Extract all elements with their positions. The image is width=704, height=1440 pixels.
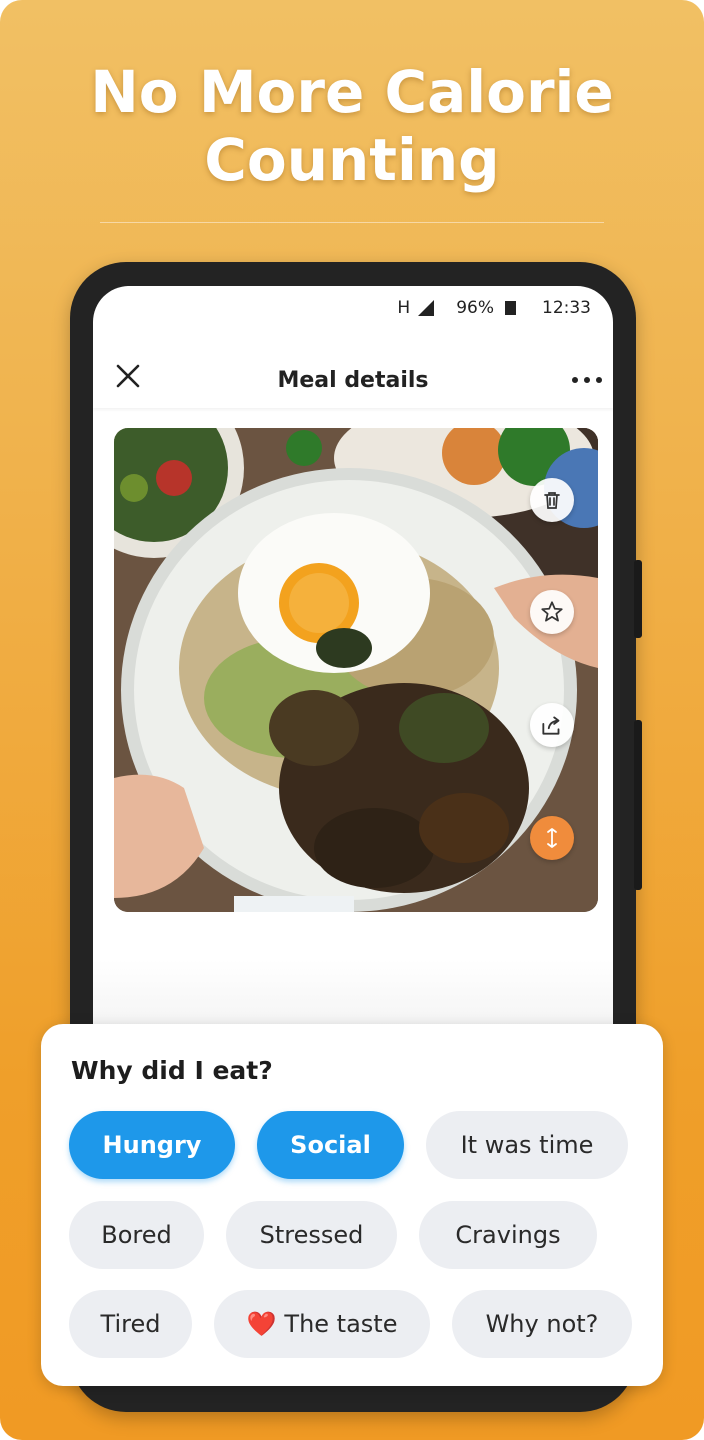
clock: 12:33 bbox=[542, 298, 591, 318]
top-nav-bar: Meal details bbox=[93, 352, 613, 408]
chip-label: Social bbox=[290, 1131, 371, 1159]
more-icon[interactable] bbox=[569, 362, 605, 398]
close-icon[interactable] bbox=[113, 362, 143, 398]
share-icon[interactable] bbox=[530, 703, 574, 747]
chip-hungry[interactable]: Hungry bbox=[69, 1111, 235, 1179]
battery-icon bbox=[505, 301, 516, 315]
page-title: Meal details bbox=[277, 367, 429, 393]
status-bar: H 96% 12:33 bbox=[397, 294, 591, 322]
chip-stressed[interactable]: Stressed bbox=[226, 1201, 397, 1269]
headline-divider bbox=[100, 222, 604, 223]
why-eat-title: Why did I eat? bbox=[71, 1056, 273, 1085]
trash-icon[interactable] bbox=[530, 478, 574, 522]
network-indicator: H bbox=[397, 298, 411, 318]
chip-label: Tired bbox=[100, 1310, 161, 1338]
chip-social[interactable]: Social bbox=[257, 1111, 404, 1179]
chip-the-taste[interactable]: ❤️ The taste bbox=[214, 1290, 430, 1358]
resize-icon[interactable] bbox=[530, 816, 574, 860]
phone-side-button bbox=[634, 720, 642, 890]
chip-label: Cravings bbox=[455, 1221, 561, 1249]
chip-it-was-time[interactable]: It was time bbox=[426, 1111, 628, 1179]
why-eat-card: Why did I eat? Hungry Social It was time… bbox=[41, 1024, 663, 1386]
chip-label: The taste bbox=[284, 1310, 398, 1338]
battery-level: 96% bbox=[456, 298, 494, 318]
chip-label: Stressed bbox=[259, 1221, 364, 1249]
chip-tired[interactable]: Tired bbox=[69, 1290, 192, 1358]
chip-label: Hungry bbox=[102, 1131, 202, 1159]
signal-icon bbox=[418, 300, 435, 316]
heart-icon: ❤️ bbox=[246, 1310, 277, 1338]
chip-bored[interactable]: Bored bbox=[69, 1201, 204, 1269]
chip-label: Why not? bbox=[485, 1310, 599, 1338]
phone-screen: H 96% 12:33 Meal details bbox=[93, 286, 613, 1046]
chip-why-not[interactable]: Why not? bbox=[452, 1290, 632, 1358]
chip-label: Bored bbox=[101, 1221, 172, 1249]
promo-headline: No More Calorie Counting bbox=[90, 58, 614, 194]
chip-label: It was time bbox=[460, 1131, 594, 1159]
phone-side-button bbox=[634, 560, 642, 638]
chip-cravings[interactable]: Cravings bbox=[419, 1201, 597, 1269]
star-icon[interactable] bbox=[530, 590, 574, 634]
meal-photo[interactable] bbox=[114, 428, 598, 912]
